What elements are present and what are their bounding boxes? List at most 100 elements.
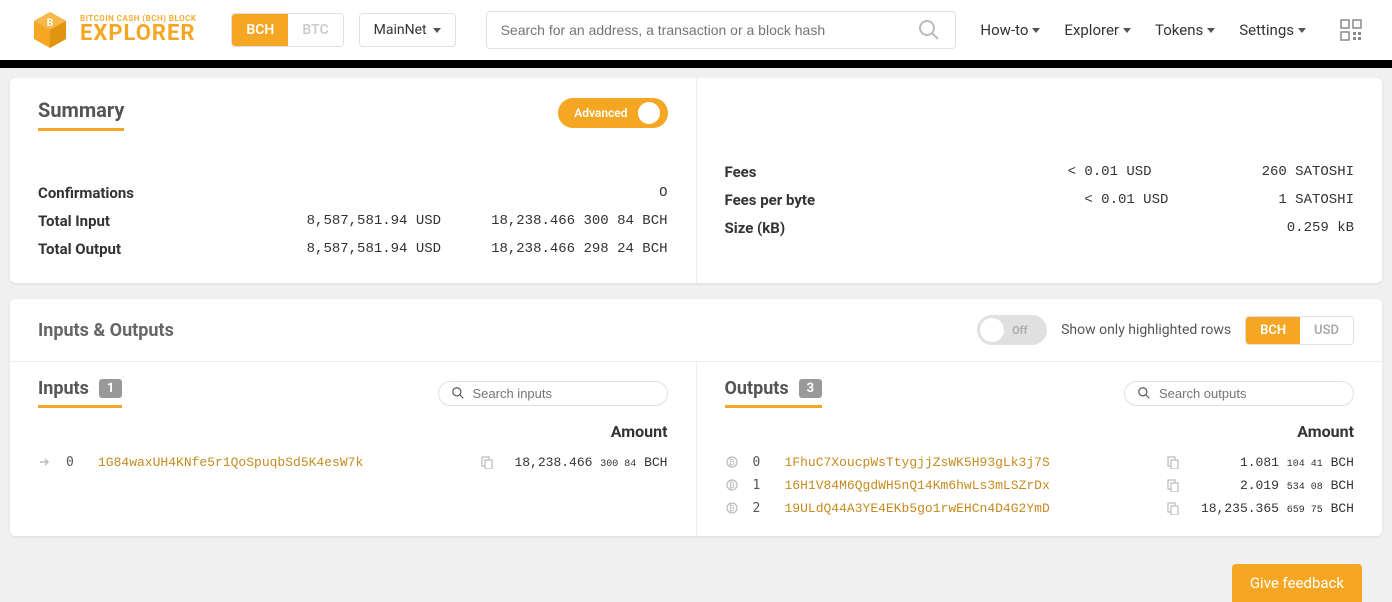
summary-card: Summary Advanced Confirmations O Total I…	[10, 78, 1382, 283]
advanced-toggle[interactable]: Advanced	[558, 98, 667, 128]
tx-amount: 18,238.466 300 84 BCH	[508, 455, 668, 470]
header: B BITCOIN CASH (BCH) BLOCK EXPLORER BCH …	[0, 0, 1392, 60]
logo-cube-icon: B	[30, 10, 70, 50]
currency-tab-bch[interactable]: BCH	[1246, 317, 1300, 344]
tx-index: 2	[753, 501, 773, 516]
currency-tabs: BCH USD	[1245, 316, 1354, 345]
summary-row: Confirmations O	[38, 179, 668, 207]
tx-index: 0	[753, 455, 773, 470]
tx-row: ₿ 0 1FhuC7XoucpWsTtygjjZsWK5H93gLk3j7S 1…	[725, 451, 1355, 474]
outputs-amount-header: Amount	[725, 422, 1355, 441]
summary-value: 260 SATOSHI	[1262, 164, 1354, 180]
tx-amount: 1.081 104 41 BCH	[1194, 455, 1354, 470]
toggle-knob	[638, 102, 660, 124]
chevron-down-icon	[1207, 28, 1215, 33]
search-box[interactable]	[486, 11, 956, 49]
search-icon	[451, 386, 465, 400]
tab-bch[interactable]: BCH	[232, 14, 288, 46]
summary-value: 1 SATOSHI	[1278, 192, 1354, 208]
search-icon	[917, 18, 941, 42]
summary-row: Total Input 8,587,581.94 USD 18,238.466 …	[38, 207, 668, 235]
chevron-down-icon	[1032, 28, 1040, 33]
bitcoin-icon: ₿	[725, 455, 741, 469]
advanced-label: Advanced	[574, 106, 627, 120]
summary-label: Total Output	[38, 240, 121, 258]
tx-row: 0 1G84waxUH4KNfe5r1QoSpuqbSd5K4esW7k 18,…	[38, 451, 668, 474]
nav-explorer-label: Explorer	[1064, 21, 1119, 39]
nav-settings[interactable]: Settings	[1239, 21, 1306, 39]
tx-index: 0	[66, 455, 86, 470]
outputs-count: 3	[799, 379, 822, 398]
summary-value-usd: < 0.01 USD	[1084, 192, 1168, 208]
nav-howto[interactable]: How-to	[980, 21, 1040, 39]
highlight-toggle[interactable]: Off	[977, 315, 1047, 345]
summary-label: Fees per byte	[725, 191, 816, 209]
nav-tokens-label: Tokens	[1155, 21, 1203, 39]
outputs-search[interactable]	[1124, 381, 1354, 406]
summary-value: 0.259 kB	[1287, 220, 1354, 236]
coin-tabs: BCH BTC	[231, 13, 343, 47]
copy-icon[interactable]	[1166, 501, 1182, 515]
summary-value-usd: 8,587,581.94 USD	[307, 213, 441, 229]
tx-address[interactable]: 19ULdQ44A3YE4EKb5go1rwEHCn4D4G2YmD	[785, 501, 1155, 516]
arrow-in-icon	[38, 455, 54, 469]
tx-address[interactable]: 1FhuC7XoucpWsTtygjjZsWK5H93gLk3j7S	[785, 455, 1155, 470]
outputs-title: Outputs	[725, 378, 789, 399]
bitcoin-icon: ₿	[725, 501, 741, 515]
tx-amount: 18,235.365 659 75 BCH	[1194, 501, 1354, 516]
summary-value-usd: < 0.01 USD	[1068, 164, 1152, 180]
inputs-search[interactable]	[438, 381, 668, 406]
svg-text:₿: ₿	[729, 504, 735, 513]
logo[interactable]: B BITCOIN CASH (BCH) BLOCK EXPLORER	[30, 10, 196, 50]
copy-icon[interactable]	[480, 455, 496, 469]
inputs-title: Inputs	[38, 378, 89, 399]
summary-value-usd: 8,587,581.94 USD	[307, 241, 441, 257]
svg-text:₿: ₿	[729, 458, 735, 467]
divider-bar	[0, 60, 1392, 68]
tab-btc[interactable]: BTC	[288, 14, 342, 46]
summary-title: Summary	[38, 98, 124, 131]
nav-explorer[interactable]: Explorer	[1064, 21, 1131, 39]
inputs-amount-header: Amount	[38, 422, 668, 441]
summary-label: Confirmations	[38, 184, 134, 202]
inputs-count: 1	[99, 379, 122, 398]
network-select[interactable]: MainNet	[359, 13, 456, 47]
summary-row: Total Output 8,587,581.94 USD 18,238.466…	[38, 235, 668, 263]
tx-index: 1	[753, 478, 773, 493]
io-title: Inputs & Outputs	[38, 320, 174, 341]
search-input[interactable]	[501, 22, 917, 38]
nav-tokens[interactable]: Tokens	[1155, 21, 1215, 39]
tx-amount: 2.019 534 08 BCH	[1194, 478, 1354, 493]
highlight-label: Show only highlighted rows	[1061, 322, 1231, 338]
tx-address[interactable]: 1G84waxUH4KNfe5r1QoSpuqbSd5K4esW7k	[98, 455, 468, 470]
svg-text:B: B	[47, 18, 53, 29]
summary-label: Fees	[725, 163, 757, 181]
summary-value: O	[659, 185, 667, 201]
tx-row: ₿ 2 19ULdQ44A3YE4EKb5go1rwEHCn4D4G2YmD 1…	[725, 497, 1355, 520]
tx-row: ₿ 1 16H1V84M6QgdWH5nQ14Km6hwLs3mLSZrDx 2…	[725, 474, 1355, 497]
inputs-search-input[interactable]	[473, 386, 655, 401]
feedback-button[interactable]: Give feedback	[1232, 564, 1362, 602]
summary-row: Size (kB) 0.259 kB	[725, 214, 1355, 242]
qr-icon[interactable]	[1340, 19, 1362, 41]
copy-icon[interactable]	[1166, 455, 1182, 469]
io-card: Inputs & Outputs Off Show only highlight…	[10, 299, 1382, 536]
toggle-off-label: Off	[1012, 324, 1027, 337]
copy-icon[interactable]	[1166, 478, 1182, 492]
summary-row: Fees per byte < 0.01 USD 1 SATOSHI	[725, 186, 1355, 214]
tx-address[interactable]: 16H1V84M6QgdWH5nQ14Km6hwLs3mLSZrDx	[785, 478, 1155, 493]
chevron-down-icon	[433, 28, 441, 33]
summary-value: 18,238.466 300 84 BCH	[491, 213, 667, 229]
summary-label: Size (kB)	[725, 219, 786, 237]
outputs-search-input[interactable]	[1159, 386, 1341, 401]
currency-tab-usd[interactable]: USD	[1300, 317, 1353, 344]
summary-row: Fees < 0.01 USD 260 SATOSHI	[725, 158, 1355, 186]
nav: How-to Explorer Tokens Settings	[980, 19, 1362, 41]
toggle-knob	[980, 318, 1004, 342]
nav-howto-label: How-to	[980, 21, 1028, 39]
network-label: MainNet	[374, 22, 427, 38]
chevron-down-icon	[1123, 28, 1131, 33]
summary-value: 18,238.466 298 24 BCH	[491, 241, 667, 257]
summary-label: Total Input	[38, 212, 110, 230]
logo-title: EXPLORER	[80, 23, 196, 45]
